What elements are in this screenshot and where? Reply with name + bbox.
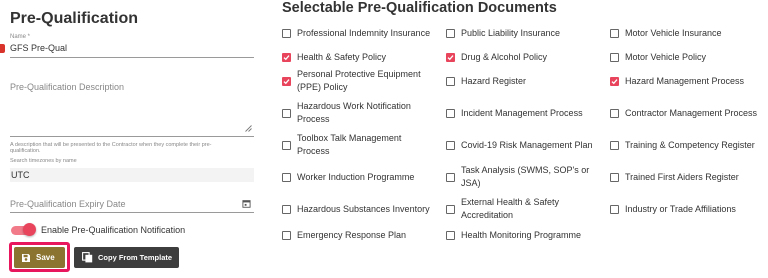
checkbox[interactable] — [282, 108, 291, 118]
copy-icon — [82, 252, 93, 263]
checkbox[interactable] — [610, 140, 619, 150]
checkbox[interactable] — [446, 230, 455, 240]
document-checkbox-item[interactable]: Personal Protective Equipment (PPE) Poli… — [282, 66, 434, 96]
document-label: Trained First Aiders Register — [625, 171, 739, 182]
page-title: Pre-Qualification — [10, 10, 139, 27]
checkbox[interactable] — [446, 28, 455, 38]
document-checkbox-item[interactable]: Health Monitoring Programme — [446, 226, 596, 244]
description-textarea[interactable]: Pre-Qualification Description — [10, 74, 254, 134]
document-label: Health Monitoring Programme — [461, 229, 582, 240]
checkbox[interactable] — [446, 76, 455, 86]
document-label: Covid-19 Risk Management Plan — [461, 139, 593, 150]
checkbox[interactable] — [610, 108, 619, 118]
document-checkbox-item[interactable]: Health & Safety Policy — [282, 50, 434, 64]
document-checkbox-item[interactable]: Training & Competency Register — [610, 130, 762, 160]
save-button[interactable]: Save — [14, 247, 65, 268]
checkbox[interactable] — [282, 52, 291, 62]
checkbox[interactable] — [282, 172, 291, 182]
floppy-disk-icon — [22, 253, 30, 262]
document-checkbox-item[interactable]: Emergency Response Plan — [282, 226, 434, 244]
document-checkbox-item[interactable]: Task Analysis (SWMS, SOP's or JSA) — [446, 162, 596, 192]
checkbox[interactable] — [282, 76, 291, 86]
document-label: Professional Indemnity Insurance — [297, 27, 431, 38]
document-label: Contractor Management Process — [625, 107, 758, 118]
save-button-label: Save — [36, 253, 55, 262]
name-field-label: Name * — [10, 34, 31, 40]
timezone-input[interactable]: UTC — [10, 168, 254, 182]
checkbox[interactable] — [446, 172, 455, 182]
checkbox[interactable] — [446, 108, 455, 118]
timezone-label: Search timezones by name — [10, 158, 77, 164]
notification-toggle-label: Enable Pre-Qualification Notification — [41, 225, 186, 235]
checkbox[interactable] — [446, 140, 455, 150]
notification-toggle[interactable] — [23, 223, 36, 236]
checkmark-icon — [447, 54, 454, 60]
description-placeholder: Pre-Qualification Description — [10, 82, 125, 92]
document-label: Hazardous Substances Inventory — [297, 203, 430, 214]
document-label: Hazardous Work Notification Process — [297, 101, 411, 124]
document-checkbox-item[interactable]: Hazard Register — [446, 66, 596, 96]
document-label: Incident Management Process — [461, 107, 583, 118]
copy-from-template-label: Copy From Template — [98, 253, 173, 262]
document-checkbox-item[interactable]: Incident Management Process — [446, 98, 596, 128]
document-checkbox-item[interactable]: Drug & Alcohol Policy — [446, 50, 596, 64]
checkbox[interactable] — [610, 172, 619, 182]
document-label: Health & Safety Policy — [297, 51, 387, 62]
document-checkbox-item[interactable]: Trained First Aiders Register — [610, 162, 762, 192]
document-checkbox-item[interactable]: External Health & Safety Accreditation — [446, 194, 596, 224]
document-label: Task Analysis (SWMS, SOP's or JSA) — [461, 165, 590, 188]
document-label: Hazard Management Process — [625, 75, 745, 86]
checkbox[interactable] — [610, 52, 619, 62]
copy-from-template-button[interactable]: Copy From Template — [74, 247, 179, 268]
document-checkbox-item[interactable]: Toolbox Talk Management Process — [282, 130, 434, 160]
document-label: Toolbox Talk Management Process — [297, 133, 402, 156]
document-label: Emergency Response Plan — [297, 229, 407, 240]
checkbox[interactable] — [610, 204, 619, 214]
checkbox[interactable] — [282, 230, 291, 240]
name-field[interactable]: GFS Pre-Qual — [10, 43, 67, 53]
checkbox[interactable] — [282, 140, 291, 150]
document-checkbox-item[interactable]: Contractor Management Process — [610, 98, 762, 128]
checkmark-icon — [283, 54, 290, 60]
document-checkbox-item[interactable]: Motor Vehicle Insurance — [610, 18, 762, 48]
document-checkbox-item[interactable]: Hazard Management Process — [610, 66, 762, 96]
document-label: Public Liability Insurance — [461, 27, 561, 38]
checkbox[interactable] — [446, 204, 455, 214]
checkmark-icon — [283, 78, 290, 84]
document-label: External Health & Safety Accreditation — [461, 197, 560, 220]
checkbox[interactable] — [282, 204, 291, 214]
document-checkbox-item[interactable]: Covid-19 Risk Management Plan — [446, 130, 596, 160]
document-label: Motor Vehicle Insurance — [625, 27, 722, 38]
pre-qualification-form-panel — [0, 0, 264, 278]
document-label: Personal Protective Equipment (PPE) Poli… — [297, 69, 421, 92]
document-checkbox-item[interactable]: Professional Indemnity Insurance — [282, 18, 434, 48]
name-field-underline — [10, 57, 254, 58]
document-checkbox-item[interactable]: Motor Vehicle Policy — [610, 50, 762, 64]
description-help-text: A description that will be presented to … — [10, 142, 212, 154]
calendar-icon[interactable] — [242, 199, 251, 208]
document-checkbox-item[interactable]: Public Liability Insurance — [446, 18, 596, 48]
checkbox[interactable] — [610, 28, 619, 38]
document-label: Worker Induction Programme — [297, 171, 415, 182]
document-checkbox-item[interactable]: Hazardous Substances Inventory — [282, 194, 434, 224]
checkbox[interactable] — [282, 28, 291, 38]
document-checkbox-item[interactable]: Industry or Trade Affiliations — [610, 194, 762, 224]
checkmark-icon — [611, 78, 618, 84]
document-label: Drug & Alcohol Policy — [461, 51, 548, 62]
document-checkbox-item[interactable]: Worker Induction Programme — [282, 162, 434, 192]
documents-section-title: Selectable Pre-Qualification Documents — [282, 0, 557, 16]
expiry-date-underline — [10, 212, 254, 213]
required-field-marker — [0, 44, 5, 53]
document-checkbox-item[interactable]: Hazardous Work Notification Process — [282, 98, 434, 128]
expiry-date-input[interactable]: Pre-Qualification Expiry Date — [10, 199, 126, 209]
document-label: Motor Vehicle Policy — [625, 51, 707, 62]
document-label: Training & Competency Register — [625, 139, 755, 150]
document-label: Industry or Trade Affiliations — [625, 203, 736, 214]
checkbox[interactable] — [610, 76, 619, 86]
description-underline — [10, 136, 254, 137]
checkbox[interactable] — [446, 52, 455, 62]
document-label: Hazard Register — [461, 75, 527, 86]
resize-handle-icon[interactable] — [245, 125, 252, 132]
